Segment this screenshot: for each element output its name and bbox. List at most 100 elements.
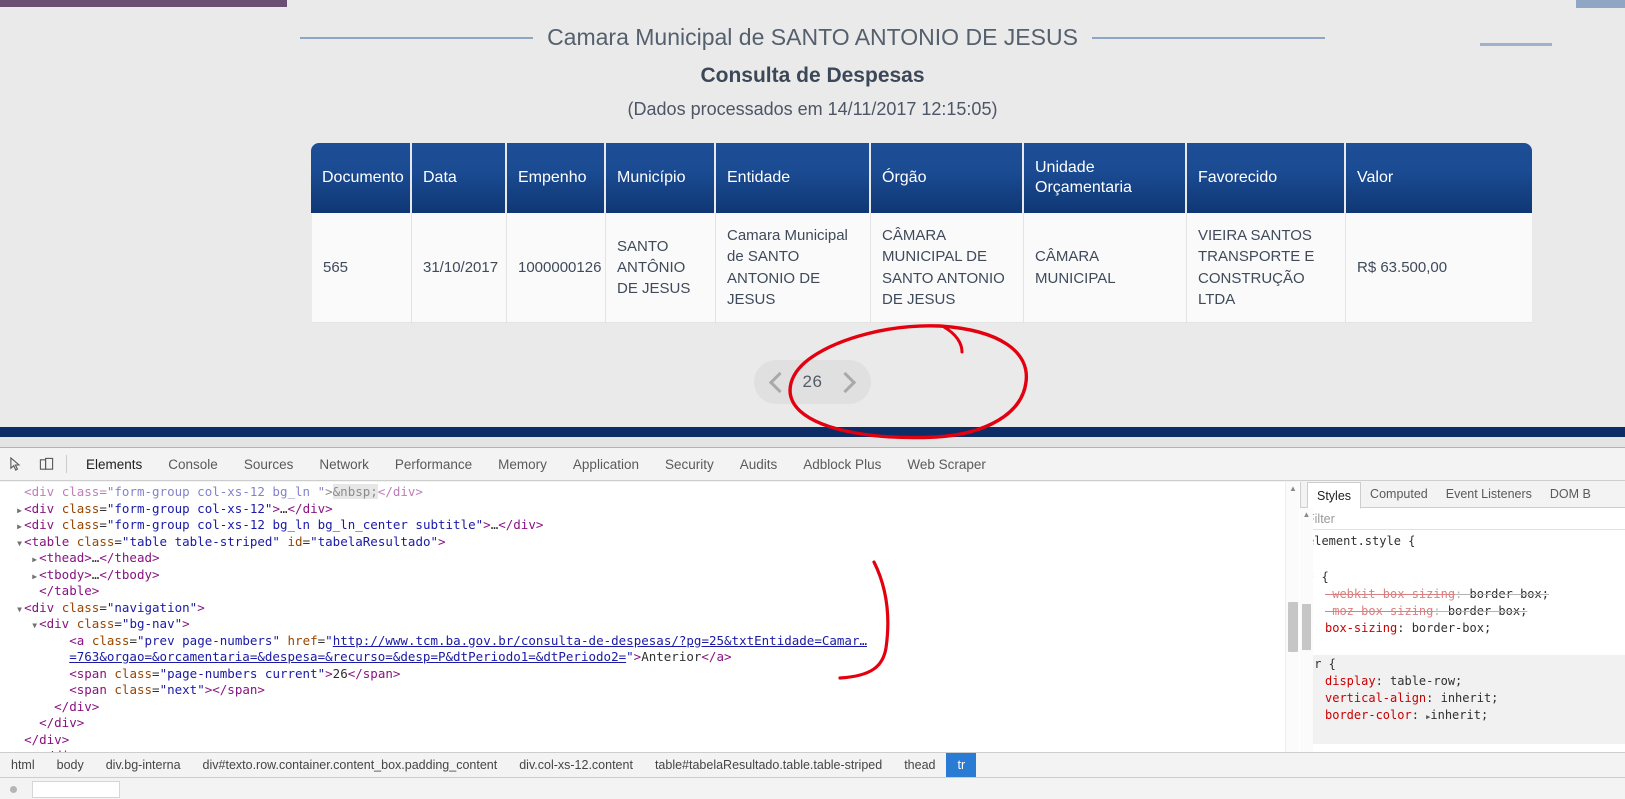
- device-toolbar-icon[interactable]: [33, 451, 60, 478]
- table-header-row: Documento Data Empenho Município Entidad…: [311, 143, 1532, 213]
- page-footer-spacer: [0, 437, 1625, 447]
- cell-valor: R$ 63.500,00: [1346, 213, 1532, 324]
- tab-styles[interactable]: Styles: [1307, 482, 1362, 509]
- chevron-left-icon[interactable]: [768, 371, 790, 393]
- column-header-orgao[interactable]: Órgão: [871, 143, 1024, 213]
- breadcrumb-item[interactable]: table#tabelaResultado.table.table-stripe…: [644, 753, 893, 777]
- column-header-municipio[interactable]: Município: [606, 143, 716, 213]
- dom-tree-line[interactable]: <div class="bg-nav">: [0, 616, 1300, 633]
- cell-documento: 565: [311, 213, 412, 324]
- top-right-accent-bar: [1576, 0, 1625, 8]
- breadcrumb-item[interactable]: html: [0, 753, 46, 777]
- dom-tree-line[interactable]: <span class="page-numbers current">26</s…: [0, 666, 1300, 683]
- column-header-unidade-orcamentaria[interactable]: Unidade Orçamentaria: [1024, 143, 1187, 213]
- css-declaration[interactable]: box-sizing: border-box;: [1307, 620, 1625, 637]
- breadcrumb: html body div.bg-interna div#texto.row.cont…: [0, 752, 1625, 777]
- column-header-valor[interactable]: Valor: [1346, 143, 1532, 213]
- tab-application[interactable]: Application: [560, 448, 652, 481]
- styles-scroll-thumb[interactable]: [1302, 604, 1311, 650]
- breadcrumb-item[interactable]: thead: [893, 753, 946, 777]
- css-rule-block[interactable]: element.style {}: [1307, 532, 1625, 568]
- dom-tree-line[interactable]: <div class="form-group col-xs-12 bg_ln "…: [0, 484, 1300, 501]
- devtools-toolbar: Elements Console Sources Network Perform…: [0, 448, 1625, 481]
- table-row[interactable]: 565 31/10/2017 1000000126 SANTO ANTÔNIO …: [311, 213, 1532, 324]
- css-rule-close: }: [1307, 550, 1625, 567]
- results-table-head: Documento Data Empenho Município Entidad…: [311, 143, 1532, 213]
- scroll-up-icon[interactable]: ▲: [1286, 482, 1300, 496]
- dom-tree-line[interactable]: </div>: [0, 699, 1300, 716]
- page-footer-bar: [0, 427, 1625, 437]
- tab-audits[interactable]: Audits: [727, 448, 791, 481]
- pagination-navigation: 26: [0, 360, 1625, 404]
- column-header-entidade[interactable]: Entidade: [716, 143, 871, 213]
- console-input[interactable]: [32, 781, 120, 798]
- tab-dom-breakpoints[interactable]: DOM B: [1541, 482, 1600, 507]
- tab-network[interactable]: Network: [306, 448, 382, 481]
- column-header-data[interactable]: Data: [412, 143, 507, 213]
- inspect-element-icon[interactable]: [3, 451, 30, 478]
- tab-sources[interactable]: Sources: [231, 448, 307, 481]
- css-selector: tr {: [1307, 657, 1336, 671]
- tab-memory[interactable]: Memory: [485, 448, 560, 481]
- scroll-thumb[interactable]: [1288, 602, 1298, 652]
- page-title-row: Camara Municipal de SANTO ANTONIO DE JES…: [0, 26, 1625, 49]
- breadcrumb-item[interactable]: tr: [946, 753, 977, 777]
- styles-pane-scrollbar[interactable]: ▲ ▼: [1300, 508, 1313, 774]
- tab-elements[interactable]: Elements: [73, 448, 155, 481]
- dom-tree-pane[interactable]: <div class="form-group col-xs-12 bg_ln "…: [0, 482, 1300, 774]
- tab-computed[interactable]: Computed: [1361, 482, 1437, 507]
- breadcrumb-item[interactable]: div#texto.row.container.content_box.padd…: [192, 753, 509, 777]
- styles-scroll-up-icon[interactable]: ▲: [1300, 508, 1313, 521]
- chevron-right-icon[interactable]: [835, 371, 857, 393]
- devtools-panel: Elements Console Sources Network Perform…: [0, 447, 1625, 799]
- breadcrumb-item[interactable]: div.col-xs-12.content: [508, 753, 644, 777]
- dom-tree-line[interactable]: <thead>…</thead>: [0, 550, 1300, 567]
- column-header-empenho[interactable]: Empenho: [507, 143, 606, 213]
- css-selector: element.style {: [1307, 534, 1416, 548]
- dom-tree-line[interactable]: <a class="prev page-numbers" href="http:…: [0, 633, 1300, 650]
- dom-tree-line[interactable]: <tbody>…</tbody>: [0, 567, 1300, 584]
- results-table: Documento Data Empenho Município Entidad…: [311, 143, 1532, 324]
- dom-tree-line[interactable]: </table>: [0, 583, 1300, 600]
- cell-entidade: Camara Municipal de SANTO ANTONIO DE JES…: [716, 213, 871, 324]
- css-declaration[interactable]: -webkit-box-sizing: border-box;: [1307, 586, 1625, 603]
- page-subtitle: Consulta de Despesas: [700, 64, 925, 87]
- cell-empenho: 1000000126: [507, 213, 606, 324]
- tab-web-scraper[interactable]: Web Scraper: [894, 448, 999, 481]
- breadcrumb-item[interactable]: body: [46, 753, 95, 777]
- css-declaration[interactable]: display: table-row;: [1307, 673, 1625, 690]
- dom-tree-line[interactable]: </div>: [0, 732, 1300, 749]
- dom-tree-line[interactable]: <div class="form-group col-xs-12 bg_ln b…: [0, 517, 1300, 534]
- dom-tree-line[interactable]: <table class="table table-striped" id="t…: [0, 534, 1300, 551]
- tab-console[interactable]: Console: [155, 448, 231, 481]
- dom-tree-line[interactable]: </div>: [0, 715, 1300, 732]
- css-rule-block[interactable]: * {-webkit-box-sizing: border-box; -moz-b…: [1307, 568, 1625, 655]
- toolbar-divider: [66, 455, 67, 473]
- tab-performance[interactable]: Performance: [382, 448, 485, 481]
- cell-municipio: SANTO ANTÔNIO DE JESUS: [606, 213, 716, 324]
- css-declaration[interactable]: border-color: ▶inherit;: [1307, 707, 1625, 726]
- cell-unidade: CÂMARA MUNICIPAL: [1024, 213, 1187, 324]
- breadcrumb-item[interactable]: div.bg-interna: [95, 753, 192, 777]
- styles-rules-list: element.style {} * {-webkit-box-sizing: b…: [1301, 530, 1625, 744]
- styles-filter-input[interactable]: Filter: [1301, 508, 1625, 530]
- dom-tree-line[interactable]: <span class="next"></span>: [0, 682, 1300, 699]
- console-drawer[interactable]: [0, 777, 1625, 799]
- results-table-body: 565 31/10/2017 1000000126 SANTO ANTÔNIO …: [311, 213, 1532, 324]
- cell-orgao: CÂMARA MUNICIPAL DE SANTO ANTONIO DE JES…: [871, 213, 1024, 324]
- dom-tree-line[interactable]: <div class="form-group col-xs-12">…</div…: [0, 501, 1300, 518]
- tab-security[interactable]: Security: [652, 448, 727, 481]
- css-rule-block[interactable]: tr { display: table-row; vertical-align: i…: [1307, 655, 1625, 744]
- column-header-documento[interactable]: Documento: [311, 143, 412, 213]
- css-declaration[interactable]: -moz-box-sizing: border-box;: [1307, 603, 1625, 620]
- tab-adblock-plus[interactable]: Adblock Plus: [790, 448, 894, 481]
- browser-viewport: Camara Municipal de SANTO ANTONIO DE JES…: [0, 0, 1625, 447]
- dom-tree-scrollbar[interactable]: ▲ ▼: [1285, 482, 1299, 774]
- column-header-favorecido[interactable]: Favorecido: [1187, 143, 1346, 213]
- tab-event-listeners[interactable]: Event Listeners: [1437, 482, 1541, 507]
- page-load-progress-bar: [0, 0, 287, 7]
- dom-tree-line[interactable]: <div class="navigation">: [0, 600, 1300, 617]
- dom-tree-line[interactable]: =763&orgao=&orcamentaria=&despesa=&recur…: [0, 649, 1300, 666]
- css-declaration[interactable]: vertical-align: inherit;: [1307, 690, 1625, 707]
- styles-tab-strip: Styles Computed Event Listeners DOM B: [1301, 482, 1625, 509]
